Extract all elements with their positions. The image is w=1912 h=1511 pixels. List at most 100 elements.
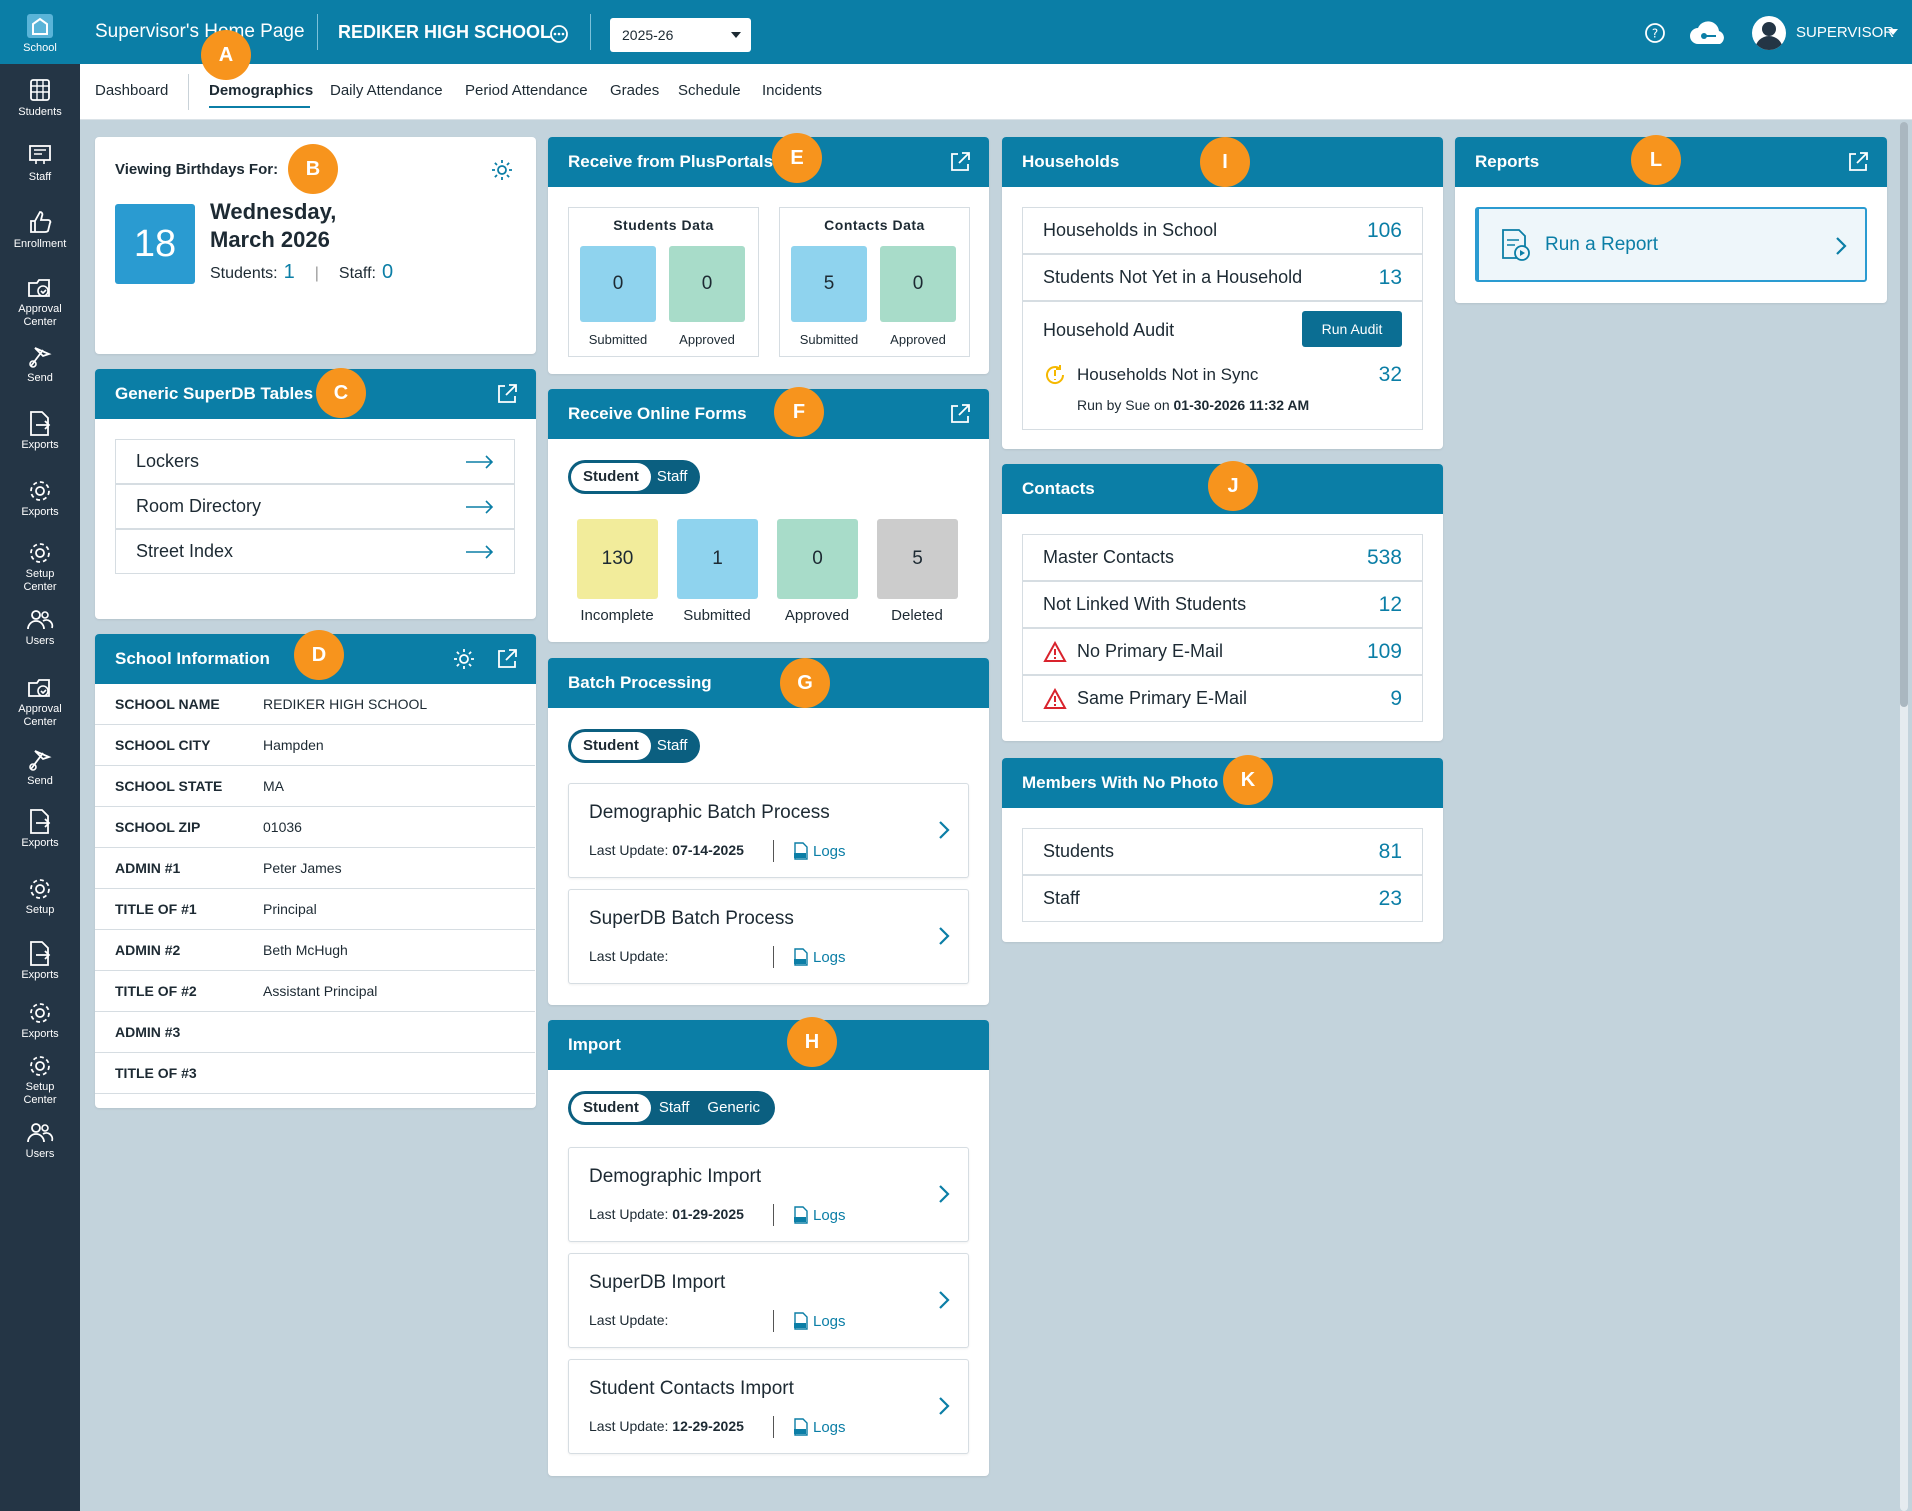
contacts-row[interactable]: Master Contacts 538 [1022,534,1423,581]
no-photo-students-row[interactable]: Students 81 [1022,828,1423,875]
toggle-staff[interactable]: Staff [651,463,698,491]
contacts-submitted-tile[interactable]: 5 [791,246,867,322]
tab-demographics[interactable]: Demographics [209,82,313,99]
logs-link[interactable]: Logs [793,948,846,966]
run-audit-button[interactable]: Run Audit [1302,311,1402,347]
exports-icon [0,807,80,835]
toggle-staff[interactable]: Staff [651,1094,700,1122]
cloud-key-icon[interactable] [1688,20,1730,46]
tab-incidents[interactable]: Incidents [762,82,822,99]
sidebar-item-send[interactable]: Send [0,342,80,385]
chevron-right-icon [938,820,950,845]
sidebar-item-school[interactable]: School [0,0,80,64]
sidebar-item-exports[interactable]: Exports [0,807,80,850]
logs-link[interactable]: Logs [793,1418,846,1436]
contacts-row[interactable]: Same Primary E-Mail 9 [1022,675,1423,722]
online-forms-toggle[interactable]: Student Staff [568,460,701,494]
staff-birthday-count[interactable]: 0 [382,261,393,284]
form-tile-incomplete[interactable]: 130 [577,519,658,599]
sidebar-item-approval-center[interactable]: Approval Center [0,673,80,729]
tab-dashboard[interactable]: Dashboard [95,82,168,99]
gear-icon[interactable] [490,158,514,182]
divider [773,1204,774,1226]
external-link-icon[interactable] [1847,151,1869,173]
school-name[interactable]: REDIKER HIGH SCHOOL [338,22,551,43]
external-link-icon[interactable] [496,383,518,405]
external-link-icon[interactable] [496,648,518,670]
sidebar-item-staff[interactable]: Staff [0,141,80,184]
households-in-school-row[interactable]: Households in School 106 [1022,207,1423,254]
contacts-approved-tile[interactable]: 0 [880,246,956,322]
logs-link[interactable]: Logs [793,842,846,860]
no-photo-staff-row[interactable]: Staff 23 [1022,875,1423,922]
gear-icon [0,874,80,902]
scrollbar[interactable] [1900,122,1908,1511]
external-link-icon[interactable] [949,151,971,173]
annotation-badge: G [780,658,830,708]
sidebar-item-enrollment[interactable]: Enrollment [0,208,80,251]
process-item[interactable]: Student Contacts Import Last Update: 12-2… [568,1359,969,1454]
logs-link[interactable]: Logs [793,1312,846,1330]
students-approved-tile[interactable]: 0 [669,246,745,322]
run-report-button[interactable]: Run a Report [1475,207,1867,282]
import-toggle[interactable]: Student Staff Generic [568,1091,775,1125]
process-item[interactable]: Demographic Batch Process Last Update: 07… [568,783,969,878]
info-row: ADMIN #2 Beth McHugh [95,930,535,971]
toggle-generic[interactable]: Generic [699,1094,772,1122]
students-submitted-tile[interactable]: 0 [580,246,656,322]
gear-icon [0,1051,80,1079]
avatar[interactable] [1752,16,1786,50]
sidebar-item-setup-center[interactable]: Setup Center [0,538,80,594]
process-item[interactable]: SuperDB Import Last Update: Logs [568,1253,969,1348]
contacts-row[interactable]: No Primary E-Mail 109 [1022,628,1423,675]
form-tile-submitted[interactable]: 1 [677,519,758,599]
toggle-student[interactable]: Student [571,732,651,760]
sidebar-item-exports[interactable]: Exports [0,476,80,519]
toggle-staff[interactable]: Staff [651,732,698,760]
plusportals-card: Receive from PlusPortals Students Data 0… [548,137,989,374]
students-data-box: Students Data 0 0 Submitted Approved [568,207,759,357]
gear-icon[interactable] [452,647,476,671]
exports-icon [0,409,80,437]
sidebar-item-approval-center[interactable]: Approval Center [0,273,80,329]
batch-toggle[interactable]: Student Staff [568,729,701,763]
sync-count[interactable]: 32 [1379,363,1402,387]
process-item[interactable]: SuperDB Batch Process Last Update: Logs [568,889,969,984]
sidebar-item-students[interactable]: Students [0,76,80,119]
top-bar: Supervisor's Home Page REDIKER HIGH SCHO… [80,0,1912,64]
superdb-item-street-index[interactable]: Street Index [115,529,515,574]
help-icon[interactable]: ? [1644,22,1666,44]
info-circle-icon[interactable] [549,24,569,44]
users-icon [0,605,80,633]
superdb-item-room-directory[interactable]: Room Directory [115,484,515,529]
sidebar-item-send[interactable]: Send [0,745,80,788]
toggle-student[interactable]: Student [571,1094,651,1122]
tab-period-attendance[interactable]: Period Attendance [465,82,588,99]
logs-link[interactable]: Logs [793,1206,846,1224]
students-not-in-household-row[interactable]: Students Not Yet in a Household 13 [1022,254,1423,301]
form-tile-deleted[interactable]: 5 [877,519,958,599]
students-birthday-count[interactable]: 1 [284,261,295,284]
sidebar-item-exports[interactable]: Exports [0,409,80,452]
process-item[interactable]: Demographic Import Last Update: 01-29-202… [568,1147,969,1242]
form-tile-approved[interactable]: 0 [777,519,858,599]
tab-grades[interactable]: Grades [610,82,659,99]
superdb-item-lockers[interactable]: Lockers [115,439,515,484]
sidebar-item-exports[interactable]: Exports [0,939,80,982]
external-link-icon[interactable] [949,403,971,425]
sidebar-item-users[interactable]: Users [0,605,80,648]
school-icon [27,14,53,38]
toggle-student[interactable]: Student [571,463,651,491]
sidebar-item-setup[interactable]: Setup [0,874,80,917]
tab-schedule[interactable]: Schedule [678,82,741,99]
sidebar-item-exports[interactable]: Exports [0,998,80,1041]
contacts-row[interactable]: Not Linked With Students 12 [1022,581,1423,628]
scrollbar-thumb[interactable] [1900,122,1908,707]
user-menu[interactable]: SUPERVISOR [1796,24,1894,41]
send-icon [0,745,80,773]
sidebar-item-users[interactable]: Users [0,1118,80,1161]
tab-daily-attendance[interactable]: Daily Attendance [330,82,443,99]
year-select[interactable]: 2025-26 [610,18,751,52]
send-icon [0,342,80,370]
sidebar-item-setup-center[interactable]: Setup Center [0,1051,80,1107]
